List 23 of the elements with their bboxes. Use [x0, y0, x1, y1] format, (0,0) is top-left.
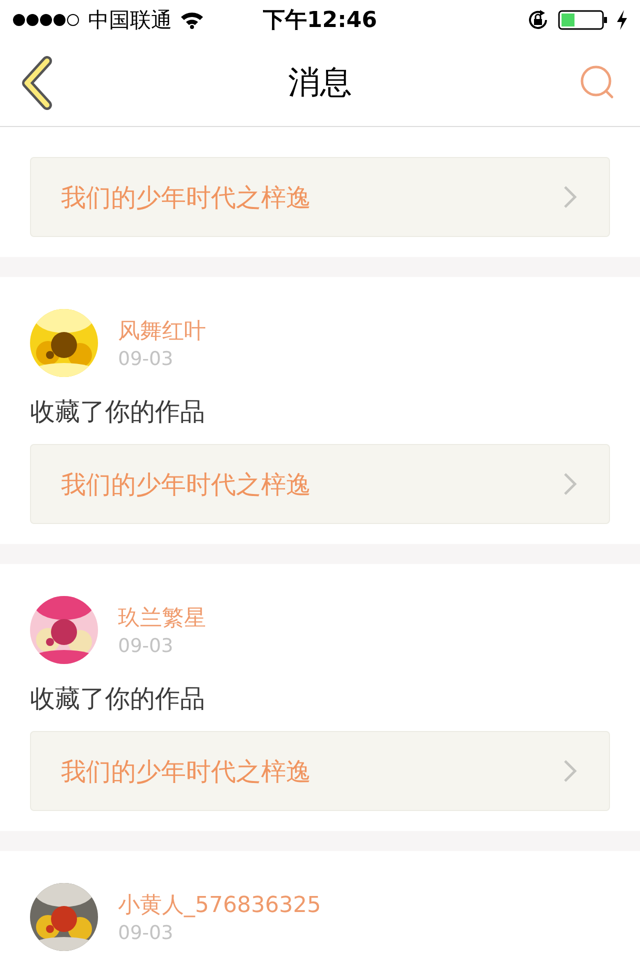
- signal-icon: [12, 13, 80, 27]
- work-card[interactable]: 我们的少年时代之梓逸: [30, 157, 610, 237]
- work-card[interactable]: 我们的少年时代之梓逸: [30, 731, 610, 811]
- message-date: 09-03: [118, 348, 174, 370]
- user-name[interactable]: 小黄人_576836325: [118, 890, 321, 920]
- message-text: 收藏了你的作品: [30, 396, 206, 428]
- message-date: 09-03: [118, 922, 174, 944]
- message-text: 收藏了你的作品: [30, 683, 206, 715]
- charging-icon: [616, 9, 628, 31]
- message-date: 09-03: [118, 635, 174, 657]
- rotation-lock-icon: [526, 8, 550, 32]
- carrier-name: 中国联通: [88, 7, 172, 34]
- back-button[interactable]: [20, 56, 54, 110]
- page-title: 消息: [288, 62, 352, 103]
- user-name[interactable]: 玖兰繁星: [118, 603, 206, 633]
- wifi-icon: [180, 11, 204, 29]
- user-name[interactable]: 风舞红叶: [118, 316, 206, 346]
- chevron-icon: [563, 472, 577, 496]
- chevron-icon: [563, 185, 577, 209]
- chevron-icon: [563, 759, 577, 783]
- work-card[interactable]: 我们的少年时代之梓逸: [30, 444, 610, 524]
- status-time: 下午12:46: [262, 7, 378, 35]
- battery-icon: [558, 9, 608, 31]
